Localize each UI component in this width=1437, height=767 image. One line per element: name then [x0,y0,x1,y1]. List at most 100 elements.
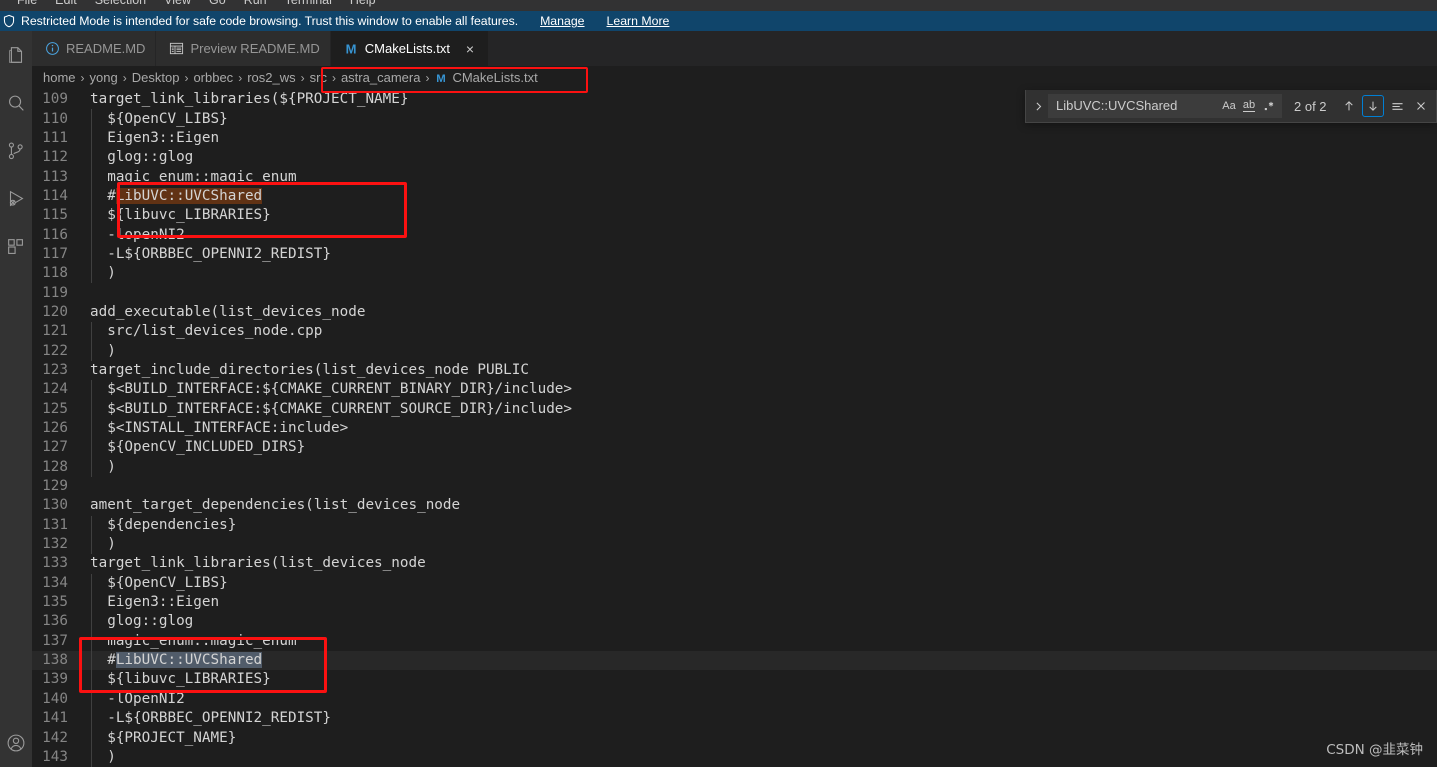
code-text: glog::glog [90,149,194,166]
code-line[interactable]: 142 ${PROJECT_NAME} [32,728,1437,748]
code-text: target_include_directories(list_devices_… [90,361,529,378]
menu-item-file[interactable]: File [8,0,46,11]
code-line[interactable]: 136 glog::glog [32,612,1437,632]
breadcrumb-item-yong[interactable]: yong [90,70,118,86]
code-line[interactable]: 137 magic_enum::magic_enum [32,631,1437,651]
breadcrumb-separator: › [184,71,189,85]
tab-label: README.MD [66,40,146,56]
code-line[interactable]: 117 -L${ORBBEC_OPENNI2_REDIST} [32,244,1437,265]
activity-bar-item-source-control[interactable] [0,127,32,175]
line-number: 115 [42,207,68,224]
close-icon[interactable]: × [462,41,478,57]
menu-item-terminal[interactable]: Terminal [276,0,341,11]
find-input-wrapper[interactable]: LibUVC::UVCShared Aa ab [1048,94,1282,118]
activity-bar-item-explorer[interactable] [0,31,32,79]
code-line[interactable]: 120 add_executable(list_devices_node [32,303,1437,322]
breadcrumb-item-ros2-ws[interactable]: ros2_ws [247,70,295,86]
activity-bar-item-search[interactable] [0,79,32,127]
breadcrumb-item-home[interactable]: home [43,70,76,86]
code-line[interactable]: 127 ${OpenCV_INCLUDED_DIRS} [32,438,1437,458]
code-line[interactable]: 126 $<INSTALL_INTERFACE:include> [32,418,1437,439]
tab-readme-md[interactable]: README.MD [32,31,157,66]
find-previous-button[interactable] [1338,95,1360,117]
code-line[interactable]: 112 glog::glog [32,148,1437,168]
tab-cmakelists-txt[interactable]: M CMakeLists.txt × [330,31,489,66]
code-line[interactable]: 134 ${OpenCV_LIBS} [32,573,1437,593]
line-number: 127 [42,439,68,456]
menu-item-view[interactable]: View [155,0,200,11]
line-number: 125 [42,400,68,417]
find-next-button[interactable] [1362,95,1384,117]
chevron-right-icon[interactable] [1028,94,1048,118]
match-case-icon[interactable]: Aa [1219,96,1239,116]
code-text: -L${ORBBEC_OPENNI2_REDIST} [90,710,332,727]
line-number: 143 [42,748,68,765]
code-line[interactable]: 125 $<BUILD_INTERFACE:${CMAKE_CURRENT_SO… [32,399,1437,419]
breadcrumb-item-astra-camera[interactable]: astra_camera [341,70,420,86]
activity-bar-item-account[interactable] [0,719,32,767]
code-line[interactable]: 123 target_include_directories(list_devic… [32,361,1437,380]
breadcrumb-separator: › [238,71,243,85]
breadcrumb-separator: › [80,71,85,85]
tab-preview-readme-md[interactable]: Preview README.MD [156,31,331,66]
line-number: 128 [42,458,68,475]
code-line[interactable]: 132 ) [32,534,1437,555]
code-text: -lopenNI2 [90,226,185,243]
code-line[interactable]: 140 -lOpenNI2 [32,689,1437,709]
menu-item-edit[interactable]: Edit [46,0,86,11]
find-in-selection-icon[interactable] [1386,95,1408,117]
code-line[interactable]: 114 #LibUVC::UVCShared [32,186,1437,207]
menu-item-go[interactable]: Go [200,0,235,11]
breadcrumb-item-desktop[interactable]: Desktop [132,70,180,86]
code-line[interactable]: 141 -L${ORBBEC_OPENNI2_REDIST} [32,709,1437,729]
code-line[interactable]: 143 ) [32,747,1437,767]
menu-bar: File Edit Selection View Go Run Terminal… [0,0,1437,11]
menu-item-help[interactable]: Help [341,0,385,11]
code-line[interactable]: 119 [32,283,1437,302]
breadcrumb-item-orbbec[interactable]: orbbec [193,70,233,86]
code-line[interactable]: 122 ) [32,341,1437,361]
code-line[interactable]: 129 [32,477,1437,496]
line-number: 110 [42,110,68,127]
breadcrumb-item-src[interactable]: src [310,70,327,86]
activity-bar-item-run-debug[interactable] [0,175,32,223]
code-text: glog::glog [90,613,194,630]
code-line[interactable]: 113 magic_enum::magic_enum [32,167,1437,187]
restricted-mode-banner: Restricted Mode is intended for safe cod… [0,11,1437,31]
breadcrumb-item-cmakelists-txt[interactable]: M CMakeLists.txt [434,70,538,86]
code-text: Eigen3::Eigen [90,594,220,611]
code-line[interactable]: 138 #LibUVC::UVCShared [32,650,1437,671]
code-text: ${OpenCV_LIBS} [90,574,228,591]
banner-learn-more-link[interactable]: Learn More [607,14,670,28]
find-results-count: 2 of 2 [1294,98,1327,114]
code-line[interactable]: 135 Eigen3::Eigen [32,592,1437,613]
breadcrumb-item-label: CMakeLists.txt [452,70,538,85]
code-line[interactable]: 115 ${libuvc_LIBRARIES} [32,206,1437,226]
code-line[interactable]: 128 ) [32,457,1437,477]
code-line[interactable]: 131 ${dependencies} [32,515,1437,535]
markdown-m-icon: M [343,41,359,57]
banner-manage-link[interactable]: Manage [540,14,584,28]
code-line[interactable]: 121 src/list_devices_node.cpp [32,322,1437,342]
menu-item-selection[interactable]: Selection [86,0,155,11]
find-input[interactable]: LibUVC::UVCShared [1056,94,1219,118]
line-number: 126 [42,420,68,437]
code-line[interactable]: 139 ${libuvc_LIBRARIES} [32,670,1437,690]
code-text: ) [90,265,116,282]
code-line[interactable]: 111 Eigen3::Eigen [32,128,1437,149]
code-text: src/list_devices_node.cpp [90,323,323,340]
menu-item-run[interactable]: Run [235,0,276,11]
code-editor[interactable]: 109 target_link_libraries(${PROJECT_NAME}… [32,90,1437,767]
code-line[interactable]: 118 ) [32,264,1437,284]
whole-word-icon[interactable]: ab [1239,96,1259,116]
line-number: 133 [42,555,68,572]
regex-icon[interactable] [1259,96,1279,116]
code-text: ament_target_dependencies(list_devices_n… [90,497,461,514]
close-icon[interactable] [1410,95,1432,117]
code-line[interactable]: 116 -lopenNI2 [32,225,1437,245]
activity-bar-item-extensions[interactable] [0,223,32,271]
code-line[interactable]: 130 ament_target_dependencies(list_device… [32,496,1437,515]
code-line[interactable]: 133 target_link_libraries(list_devices_no… [32,554,1437,573]
code-line[interactable]: 124 $<BUILD_INTERFACE:${CMAKE_CURRENT_BI… [32,380,1437,400]
code-text: -lOpenNI2 [90,690,185,707]
